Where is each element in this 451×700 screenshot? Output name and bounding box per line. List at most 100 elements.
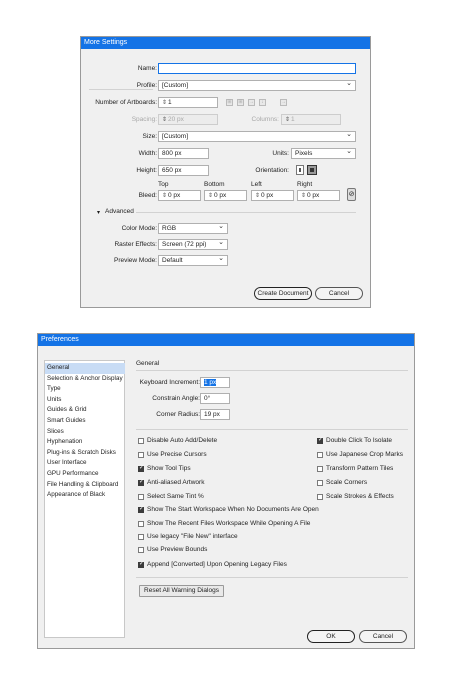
transform-pattern-label: Transform Pattern Tiles [326, 465, 394, 472]
artboards-input[interactable]: ⇕1 [158, 97, 218, 108]
append-converted-checkbox[interactable] [138, 560, 144, 568]
orientation-label: Orientation: [255, 167, 289, 174]
width-input[interactable]: 800 px [158, 148, 209, 159]
nav-item-selection-anchor[interactable]: Selection & Anchor Display [45, 374, 125, 385]
name-label: Name: [137, 65, 157, 72]
advanced-label[interactable]: Advanced [105, 207, 134, 217]
scale-corners-label: Scale Corners [326, 479, 368, 486]
preview-mode-select[interactable]: Default [158, 255, 228, 266]
size-label: Size: [142, 133, 157, 140]
corner-radius-label: Corner Radius: [156, 411, 200, 418]
bleed-right-input[interactable]: ⇕0 px [297, 190, 340, 201]
show-tool-tips-label: Show Tool Tips [147, 465, 191, 472]
bleed-bottom-input[interactable]: ⇕0 px [204, 190, 247, 201]
raster-effects-label: Raster Effects: [114, 241, 157, 248]
color-mode-label: Color Mode: [121, 225, 157, 232]
precise-cursors-checkbox[interactable] [138, 452, 144, 458]
nav-item-gpu-performance[interactable]: GPU Performance [45, 469, 125, 480]
nav-item-general[interactable]: General [45, 363, 125, 374]
double-click-isolate-label: Double Click To Isolate [326, 437, 392, 444]
nav-item-guides-grid[interactable]: Guides & Grid [45, 405, 125, 416]
bleed-top-input[interactable]: ⇕0 px [158, 190, 201, 201]
nav-item-type[interactable]: Type [45, 384, 125, 395]
arrange-by-row-icon[interactable]: → [248, 99, 255, 106]
units-select[interactable]: Pixels [291, 148, 356, 159]
select-same-tint-checkbox[interactable] [138, 494, 144, 500]
grid-by-row-icon[interactable]: ⊞ [226, 99, 233, 106]
constrain-angle-input[interactable]: 0° [200, 393, 230, 404]
columns-input[interactable]: ⇕1 [281, 114, 341, 125]
scale-strokes-checkbox[interactable] [317, 494, 323, 500]
nav-item-hyphenation[interactable]: Hyphenation [45, 437, 125, 448]
more-settings-title: More Settings [81, 37, 370, 49]
double-click-isolate-checkbox[interactable] [317, 436, 323, 444]
nav-item-slices[interactable]: Slices [45, 427, 125, 438]
recent-files-checkbox[interactable] [138, 521, 144, 527]
bleed-top-label: Top [158, 181, 169, 188]
start-workspace-checkbox[interactable] [138, 505, 144, 513]
section-title: General [136, 360, 160, 367]
anti-aliased-checkbox[interactable] [138, 478, 144, 486]
preferences-nav: General Selection & Anchor Display Type … [44, 360, 125, 638]
legacy-file-new-label: Use legacy "File New" interface [147, 533, 238, 540]
preferences-title: Preferences [38, 334, 414, 346]
cancel-button[interactable]: Cancel [359, 630, 407, 643]
width-label: Width: [138, 150, 157, 157]
legacy-file-new-checkbox[interactable] [138, 534, 144, 540]
spacing-input[interactable]: ⇕20 px [158, 114, 218, 125]
size-select[interactable]: [Custom] [158, 131, 356, 142]
ok-button[interactable]: OK [307, 630, 355, 643]
japanese-crop-marks-checkbox[interactable] [317, 452, 323, 458]
landscape-orientation-icon[interactable] [307, 165, 317, 175]
preview-bounds-label: Use Preview Bounds [147, 546, 208, 553]
bleed-right-label: Right [297, 181, 313, 188]
nav-item-appearance-black[interactable]: Appearance of Black [45, 490, 125, 501]
create-document-button[interactable]: Create Document [254, 287, 312, 300]
name-input[interactable] [158, 63, 356, 74]
columns-label: Columns: [251, 116, 279, 123]
transform-pattern-checkbox[interactable] [317, 466, 323, 472]
height-input[interactable]: 650 px [158, 165, 209, 176]
options-divider [136, 429, 408, 430]
portrait-orientation-icon[interactable] [296, 165, 304, 175]
nav-item-user-interface[interactable]: User Interface [45, 458, 125, 469]
arrange-by-column-icon[interactable]: ↓ [259, 99, 266, 106]
corner-radius-input[interactable]: 19 px [200, 409, 230, 420]
show-tool-tips-checkbox[interactable] [138, 464, 144, 472]
color-mode-select[interactable]: RGB [158, 223, 228, 234]
scale-strokes-label: Scale Strokes & Effects [326, 493, 394, 500]
keyboard-increment-label: Keyboard Increment: [139, 379, 200, 386]
raster-effects-select[interactable]: Screen (72 ppi) [158, 239, 228, 250]
reset-warning-dialogs-button[interactable]: Reset All Warning Dialogs [139, 585, 224, 597]
scale-corners-checkbox[interactable] [317, 480, 323, 486]
precise-cursors-label: Use Precise Cursors [147, 451, 207, 458]
reset-divider [136, 577, 408, 578]
nav-item-smart-guides[interactable]: Smart Guides [45, 416, 125, 427]
preview-mode-label: Preview Mode: [114, 257, 157, 264]
profile-divider [89, 89, 153, 90]
nav-item-units[interactable]: Units [45, 395, 125, 406]
bleed-left-input[interactable]: ⇕0 px [251, 190, 294, 201]
disable-auto-add-checkbox[interactable] [138, 438, 144, 444]
units-label: Units: [272, 150, 289, 157]
recent-files-label: Show The Recent Files Workspace While Op… [147, 520, 311, 527]
advanced-chevron-icon[interactable]: ▾ [97, 209, 100, 216]
nav-item-plugins[interactable]: Plug-ins & Scratch Disks [45, 448, 125, 459]
japanese-crop-marks-label: Use Japanese Crop Marks [326, 451, 403, 458]
more-settings-dialog: More Settings Name: Profile: [Custom] Nu… [80, 36, 371, 308]
preview-bounds-checkbox[interactable] [138, 547, 144, 553]
nav-item-file-handling[interactable]: File Handling & Clipboard [45, 480, 125, 491]
right-to-left-icon[interactable]: → [280, 99, 287, 106]
spacing-label: Spacing: [131, 116, 157, 123]
disable-auto-add-label: Disable Auto Add/Delete [147, 437, 218, 444]
section-title-divider [136, 370, 408, 371]
grid-by-column-icon[interactable]: ⊞ [237, 99, 244, 106]
link-bleed-icon[interactable]: ⊘ [347, 188, 356, 201]
profile-select[interactable]: [Custom] [158, 80, 356, 91]
cancel-button[interactable]: Cancel [315, 287, 363, 300]
constrain-angle-label: Constrain Angle: [152, 395, 200, 402]
keyboard-increment-input[interactable]: 1 px [200, 377, 230, 388]
advanced-divider [136, 212, 356, 213]
preferences-dialog: Preferences General Selection & Anchor D… [37, 333, 415, 649]
bleed-left-label: Left [251, 181, 262, 188]
